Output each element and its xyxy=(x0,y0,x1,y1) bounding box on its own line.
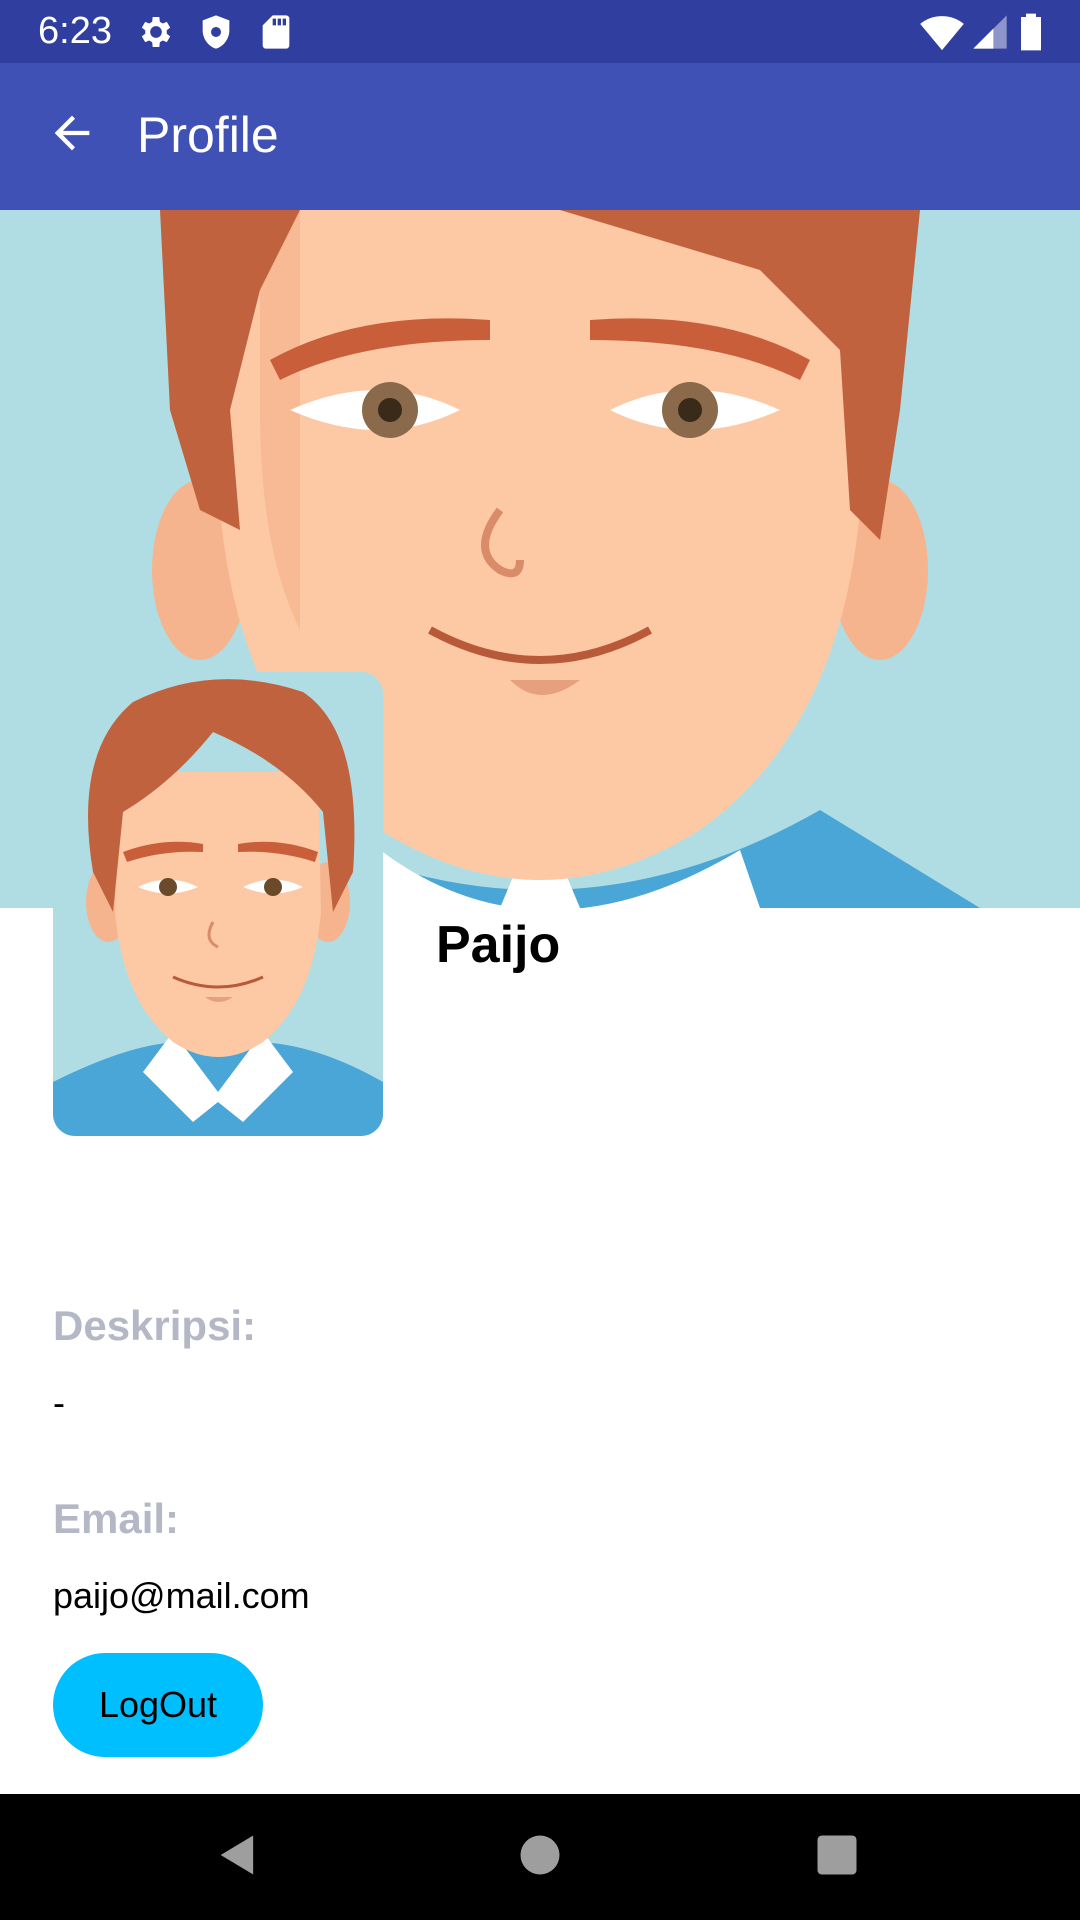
sd-card-icon xyxy=(256,12,296,52)
signal-icon xyxy=(970,12,1010,52)
wifi-icon xyxy=(920,12,964,52)
avatar[interactable] xyxy=(53,672,383,1136)
app-bar: Profile xyxy=(0,63,1080,210)
status-bar: 6:23 xyxy=(0,0,1080,63)
gear-icon xyxy=(136,12,176,52)
page-title: Profile xyxy=(137,107,279,163)
status-time: 6:23 xyxy=(38,10,112,52)
description-label: Deskripsi: xyxy=(53,1302,257,1349)
home-circle-icon xyxy=(514,1829,566,1886)
nav-back-button[interactable] xyxy=(205,1824,271,1890)
email-label: Email: xyxy=(53,1495,180,1542)
shield-icon xyxy=(196,12,236,52)
description-value: - xyxy=(53,1382,65,1423)
nav-home-button[interactable] xyxy=(507,1824,573,1890)
logout-button[interactable]: LogOut xyxy=(53,1653,263,1757)
battery-icon xyxy=(1016,12,1046,52)
recents-square-icon xyxy=(811,1829,863,1886)
back-triangle-icon xyxy=(212,1829,264,1886)
back-button[interactable] xyxy=(30,93,114,177)
profile-name: Paijo xyxy=(436,916,561,974)
profile-screen: 6:23 Profile Paijo Deskripsi: - Email: p… xyxy=(0,0,1080,1920)
email-value: paijo@mail.com xyxy=(53,1575,310,1616)
arrow-back-icon xyxy=(46,107,98,164)
nav-recents-button[interactable] xyxy=(804,1824,870,1890)
navigation-bar xyxy=(0,1794,1080,1920)
